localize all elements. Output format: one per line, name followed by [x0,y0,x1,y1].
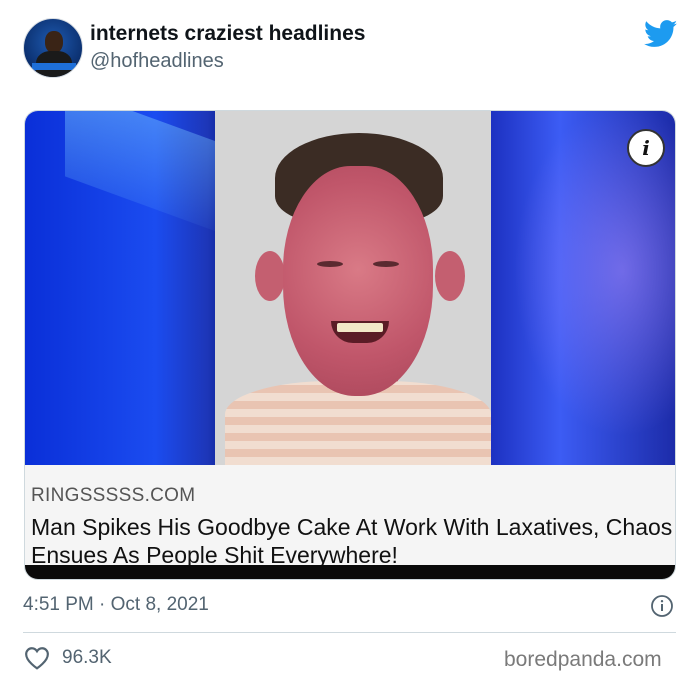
like-count: 96.3K [62,647,112,668]
info-icon[interactable] [650,594,674,618]
heart-icon[interactable] [24,646,50,670]
avatar[interactable] [23,18,83,78]
display-name[interactable]: internets craziest headlines [90,22,365,46]
mugshot-eye-right [373,261,399,267]
mugshot-face [283,166,433,396]
article-headline: Man Spikes His Goodbye Cake At Work With… [31,514,673,568]
avatar-strip [32,63,76,70]
caption-bottom-bar [25,565,675,579]
article-source: RINGSSSSS.COM [31,485,196,506]
avatar-head [45,31,63,53]
mugshot-ear-left [255,251,285,301]
mugshot-ear-right [435,251,465,301]
divider [23,632,676,633]
tweet-media[interactable]: i RINGSSSSS.COM Man Spikes His Goodbye C… [24,110,676,580]
mugshot-eye-left [317,261,343,267]
twitter-bird-icon[interactable] [644,20,678,48]
news-photo: i [25,111,675,465]
tweet-timestamp[interactable]: 4:51 PM · Oct 8, 2021 [23,594,209,616]
image-info-button[interactable]: i [627,129,665,167]
article-caption: RINGSSSSS.COM Man Spikes His Goodbye Cak… [25,465,675,569]
user-handle[interactable]: @hofheadlines [90,50,224,73]
mugshot-teeth [337,323,383,332]
watermark: boredpanda.com [504,648,662,671]
tweet-header: internets craziest headlines @hofheadlin… [0,0,700,100]
